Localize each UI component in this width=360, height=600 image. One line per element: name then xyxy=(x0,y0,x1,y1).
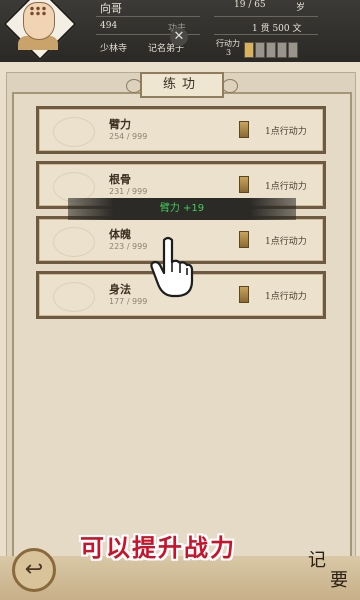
back-button[interactable]: ↩ xyxy=(12,548,56,592)
crest-icon xyxy=(53,282,95,312)
action-point-segment xyxy=(277,42,287,58)
back-arrow-icon: ↩ xyxy=(24,557,44,582)
notes-label-char-1: 记 xyxy=(308,550,326,571)
action-points-bar xyxy=(244,42,298,58)
crest-icon xyxy=(53,227,95,257)
gain-toast: 臂力 +19 xyxy=(68,198,296,220)
skill-value: 177 / 999 xyxy=(109,297,148,306)
skill-value: 254 / 999 xyxy=(109,132,148,141)
skill-value: 223 / 999 xyxy=(109,242,148,251)
skill-name: 臂力 xyxy=(109,118,131,131)
token-icon xyxy=(239,286,249,303)
token-icon xyxy=(239,231,249,248)
monk-dots-icon xyxy=(29,6,47,16)
promo-caption: 可以提升战力 xyxy=(80,533,236,562)
skill-cost: 1点行动力 xyxy=(265,292,307,302)
action-point-segment xyxy=(244,42,254,58)
divider xyxy=(214,34,318,35)
skill-row-arm-strength[interactable]: 臂力 254 / 999 1点行动力 xyxy=(36,106,326,154)
token-icon xyxy=(239,121,249,138)
crest-icon xyxy=(53,117,95,147)
divider xyxy=(214,16,318,17)
skill-value: 231 / 999 xyxy=(109,187,148,196)
notes-button[interactable]: 记 要 xyxy=(302,542,358,598)
close-icon[interactable]: ✕ xyxy=(170,28,188,46)
divider xyxy=(96,16,200,17)
stat-value: 494 xyxy=(100,21,118,31)
skill-name: 根骨 xyxy=(109,173,131,186)
token-icon xyxy=(239,176,249,193)
sect-name: 少林寺 xyxy=(100,44,128,54)
skill-name: 体魄 xyxy=(109,228,131,241)
notes-label-char-2: 要 xyxy=(330,570,348,591)
pointer-hand-icon xyxy=(150,236,194,298)
skill-name: 身法 xyxy=(109,283,131,296)
skill-cost: 1点行动力 xyxy=(265,182,307,192)
money-value: 1 贯 500 文 xyxy=(252,24,302,34)
action-point-segment xyxy=(266,42,276,58)
skill-cost: 1点行动力 xyxy=(265,237,307,247)
character-name: 向哥 xyxy=(100,2,122,15)
age-unit: 岁 xyxy=(296,3,306,13)
skill-cost: 1点行动力 xyxy=(265,127,307,137)
action-points-value: 3 xyxy=(226,48,232,57)
character-header: 向哥 494 功夫 少林寺 记名弟子 19 / 65 岁 1 贯 500 文 行… xyxy=(0,0,360,62)
action-point-segment xyxy=(288,42,298,58)
age-value: 19 / 65 xyxy=(234,0,266,10)
action-point-segment xyxy=(255,42,265,58)
panel-title: 练功 xyxy=(126,72,238,98)
